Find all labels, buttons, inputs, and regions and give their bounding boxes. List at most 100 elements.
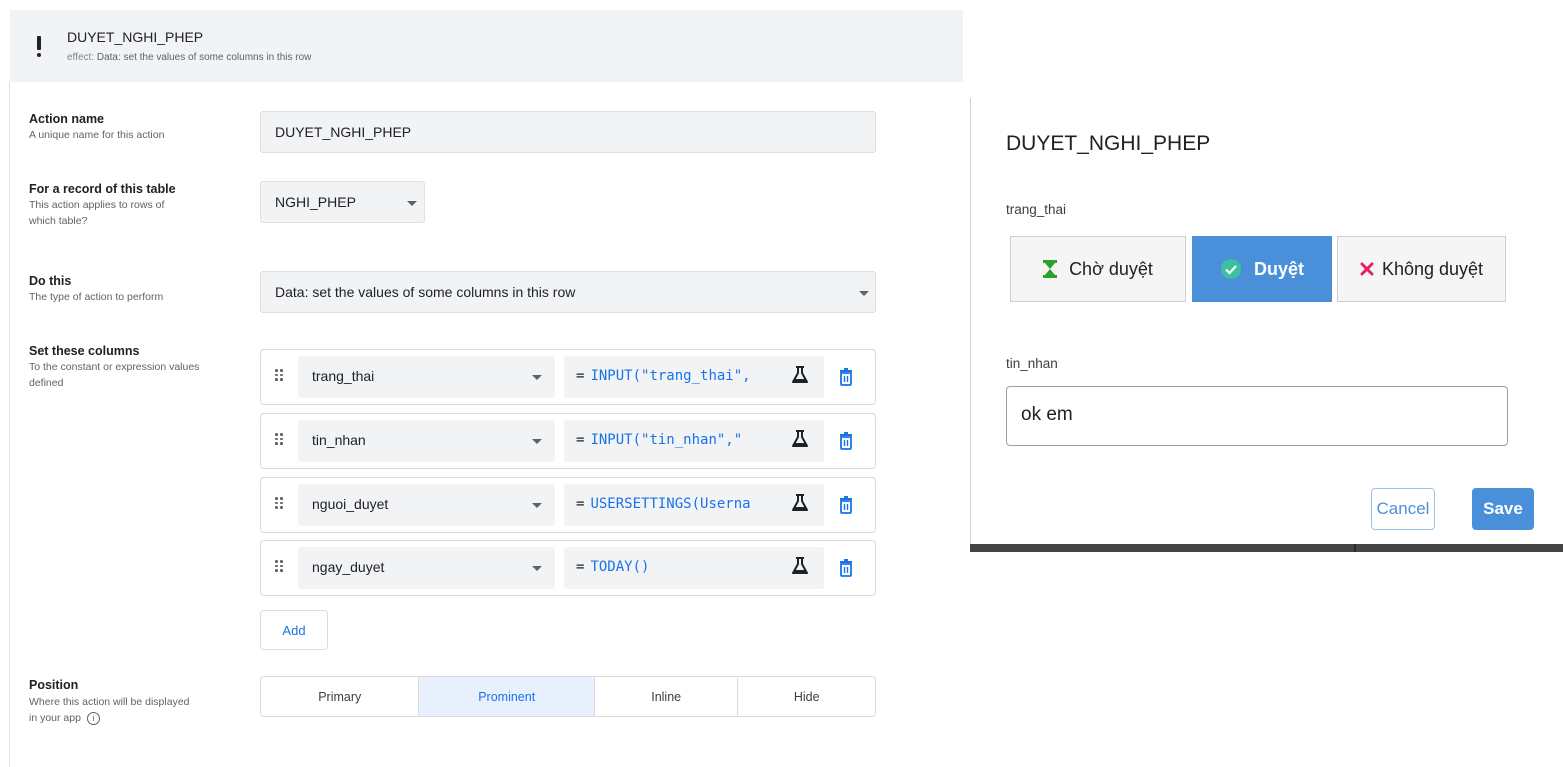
action-name-input[interactable]: DUYET_NGHI_PHEP	[260, 111, 876, 153]
expression-field[interactable]: = INPUT("tin_nhan","	[564, 420, 824, 462]
set-columns-label-group: Set these columns To the constant or exp…	[29, 344, 229, 391]
action-header[interactable]: DUYET_NGHI_PHEP effect: Data: set the va…	[10, 10, 963, 82]
table-label-group: For a record of this table This action a…	[29, 182, 189, 229]
action-dialog: DUYET_NGHI_PHEP trang_thai Chờ duyệt Duy…	[970, 98, 1563, 544]
position-description-text: in your app	[29, 712, 81, 724]
do-this-label-group: Do this The type of action to perform	[29, 274, 163, 305]
action-name-value: DUYET_NGHI_PHEP	[275, 124, 412, 140]
close-x-icon	[1360, 262, 1374, 276]
chevron-down-icon	[407, 201, 417, 206]
equals-sign: =	[576, 368, 585, 384]
drag-handle-icon[interactable]	[275, 369, 283, 381]
action-header-effect: effect: Data: set the values of some col…	[67, 52, 311, 63]
tin-nhan-label: tin_nhan	[1006, 356, 1058, 371]
dialog-footer-bar	[970, 544, 1563, 552]
info-icon[interactable]: i	[86, 711, 100, 725]
column-select[interactable]: trang_thai	[298, 356, 555, 398]
do-this-select[interactable]: Data: set the values of some columns in …	[260, 271, 876, 313]
flask-icon[interactable]	[790, 364, 810, 386]
position-label-group: Position Where this action will be displ…	[29, 678, 190, 726]
left-divider	[9, 82, 10, 767]
drag-handle-icon[interactable]	[275, 497, 283, 509]
column-name: trang_thai	[312, 368, 375, 384]
trash-icon[interactable]	[839, 432, 853, 450]
tin-nhan-input[interactable]: ok em	[1006, 386, 1508, 446]
action-name-label-group: Action name A unique name for this actio…	[29, 112, 164, 143]
exclamation-icon	[34, 32, 44, 62]
trang-thai-label: trang_thai	[1006, 202, 1067, 217]
effect-value: Data: set the values of some columns in …	[96, 52, 312, 63]
chevron-down-icon	[532, 375, 542, 380]
dialog-title: DUYET_NGHI_PHEP	[1006, 132, 1211, 155]
set-columns-label: Set these columns	[29, 344, 140, 358]
table-select-value: NGHI_PHEP	[275, 194, 356, 210]
column-name: ngay_duyet	[312, 559, 385, 575]
position-option-inline[interactable]: Inline	[595, 677, 739, 716]
position-option-hide[interactable]: Hide	[738, 677, 875, 716]
table-label: For a record of this table	[29, 182, 176, 196]
column-row: ngay_duyet = TODAY()	[260, 540, 876, 596]
position-description-line2: in your app i	[29, 710, 190, 726]
trash-icon[interactable]	[839, 496, 853, 514]
column-select[interactable]: nguoi_duyet	[298, 484, 555, 526]
effect-key: effect:	[67, 52, 95, 63]
chevron-down-icon	[859, 291, 869, 296]
option-khong-duyet[interactable]: Không duyệt	[1337, 236, 1506, 302]
action-editor: DUYET_NGHI_PHEP effect: Data: set the va…	[0, 0, 963, 767]
chevron-down-icon	[532, 566, 542, 571]
action-name-label: Action name	[29, 112, 105, 126]
set-columns-description: To the constant or expression values def…	[29, 361, 200, 389]
column-name: tin_nhan	[312, 432, 366, 448]
equals-sign: =	[576, 559, 585, 575]
add-column-button[interactable]: Add	[260, 610, 328, 650]
position-label: Position	[29, 678, 79, 692]
chevron-down-icon	[532, 439, 542, 444]
expression-field[interactable]: = USERSETTINGS(Userna	[564, 484, 824, 526]
drag-handle-icon[interactable]	[275, 560, 283, 572]
expression-text: USERSETTINGS(Userna	[590, 496, 751, 512]
do-this-value: Data: set the values of some columns in …	[275, 284, 576, 300]
option-duyet-label: Duyệt	[1253, 258, 1304, 279]
column-row: nguoi_duyet = USERSETTINGS(Userna	[260, 477, 876, 533]
action-name-description: A unique name for this action	[29, 129, 165, 141]
column-select[interactable]: ngay_duyet	[298, 547, 555, 589]
position-segmented-control: Primary Prominent Inline Hide	[260, 676, 876, 717]
column-name: nguoi_duyet	[312, 496, 389, 512]
cancel-button[interactable]: Cancel	[1371, 488, 1435, 530]
option-khong-duyet-label: Không duyệt	[1381, 258, 1484, 279]
flask-icon[interactable]	[790, 555, 810, 577]
option-duyet[interactable]: Duyệt	[1192, 236, 1332, 302]
trash-icon[interactable]	[839, 368, 853, 386]
position-description: Where this action will be displayed in y…	[29, 694, 190, 726]
trash-icon[interactable]	[839, 559, 853, 577]
position-description-line1: Where this action will be displayed	[29, 696, 190, 708]
expression-text: TODAY()	[590, 559, 650, 575]
expression-field[interactable]: = INPUT("trang_thai",	[564, 356, 824, 398]
flask-icon[interactable]	[790, 492, 810, 514]
drag-handle-icon[interactable]	[275, 433, 283, 445]
position-option-primary[interactable]: Primary	[261, 677, 420, 716]
flask-icon[interactable]	[790, 428, 810, 450]
equals-sign: =	[576, 496, 585, 512]
column-row: tin_nhan = INPUT("tin_nhan","	[260, 413, 876, 469]
option-cho-duyet[interactable]: Chờ duyệt	[1010, 236, 1186, 302]
save-button[interactable]: Save	[1472, 488, 1534, 530]
tin-nhan-value: ok em	[1021, 404, 1073, 425]
option-cho-duyet-label: Chờ duyệt	[1069, 258, 1153, 279]
do-this-description: The type of action to perform	[29, 291, 164, 303]
expression-text: INPUT("trang_thai",	[590, 368, 751, 384]
column-select[interactable]: tin_nhan	[298, 420, 555, 462]
footer-divider	[1354, 544, 1356, 552]
table-description: This action applies to rows of which tab…	[29, 199, 165, 227]
chevron-down-icon	[532, 503, 542, 508]
position-option-prominent[interactable]: Prominent	[419, 677, 595, 716]
column-row: trang_thai = INPUT("trang_thai",	[260, 349, 876, 405]
expression-field[interactable]: = TODAY()	[564, 547, 824, 589]
equals-sign: =	[576, 432, 585, 448]
expression-text: INPUT("tin_nhan","	[590, 432, 743, 448]
table-select[interactable]: NGHI_PHEP	[260, 181, 425, 223]
action-header-title: DUYET_NGHI_PHEP	[67, 29, 204, 45]
check-circle-icon	[1220, 258, 1242, 280]
hourglass-icon	[1043, 260, 1058, 278]
do-this-label: Do this	[29, 274, 72, 288]
